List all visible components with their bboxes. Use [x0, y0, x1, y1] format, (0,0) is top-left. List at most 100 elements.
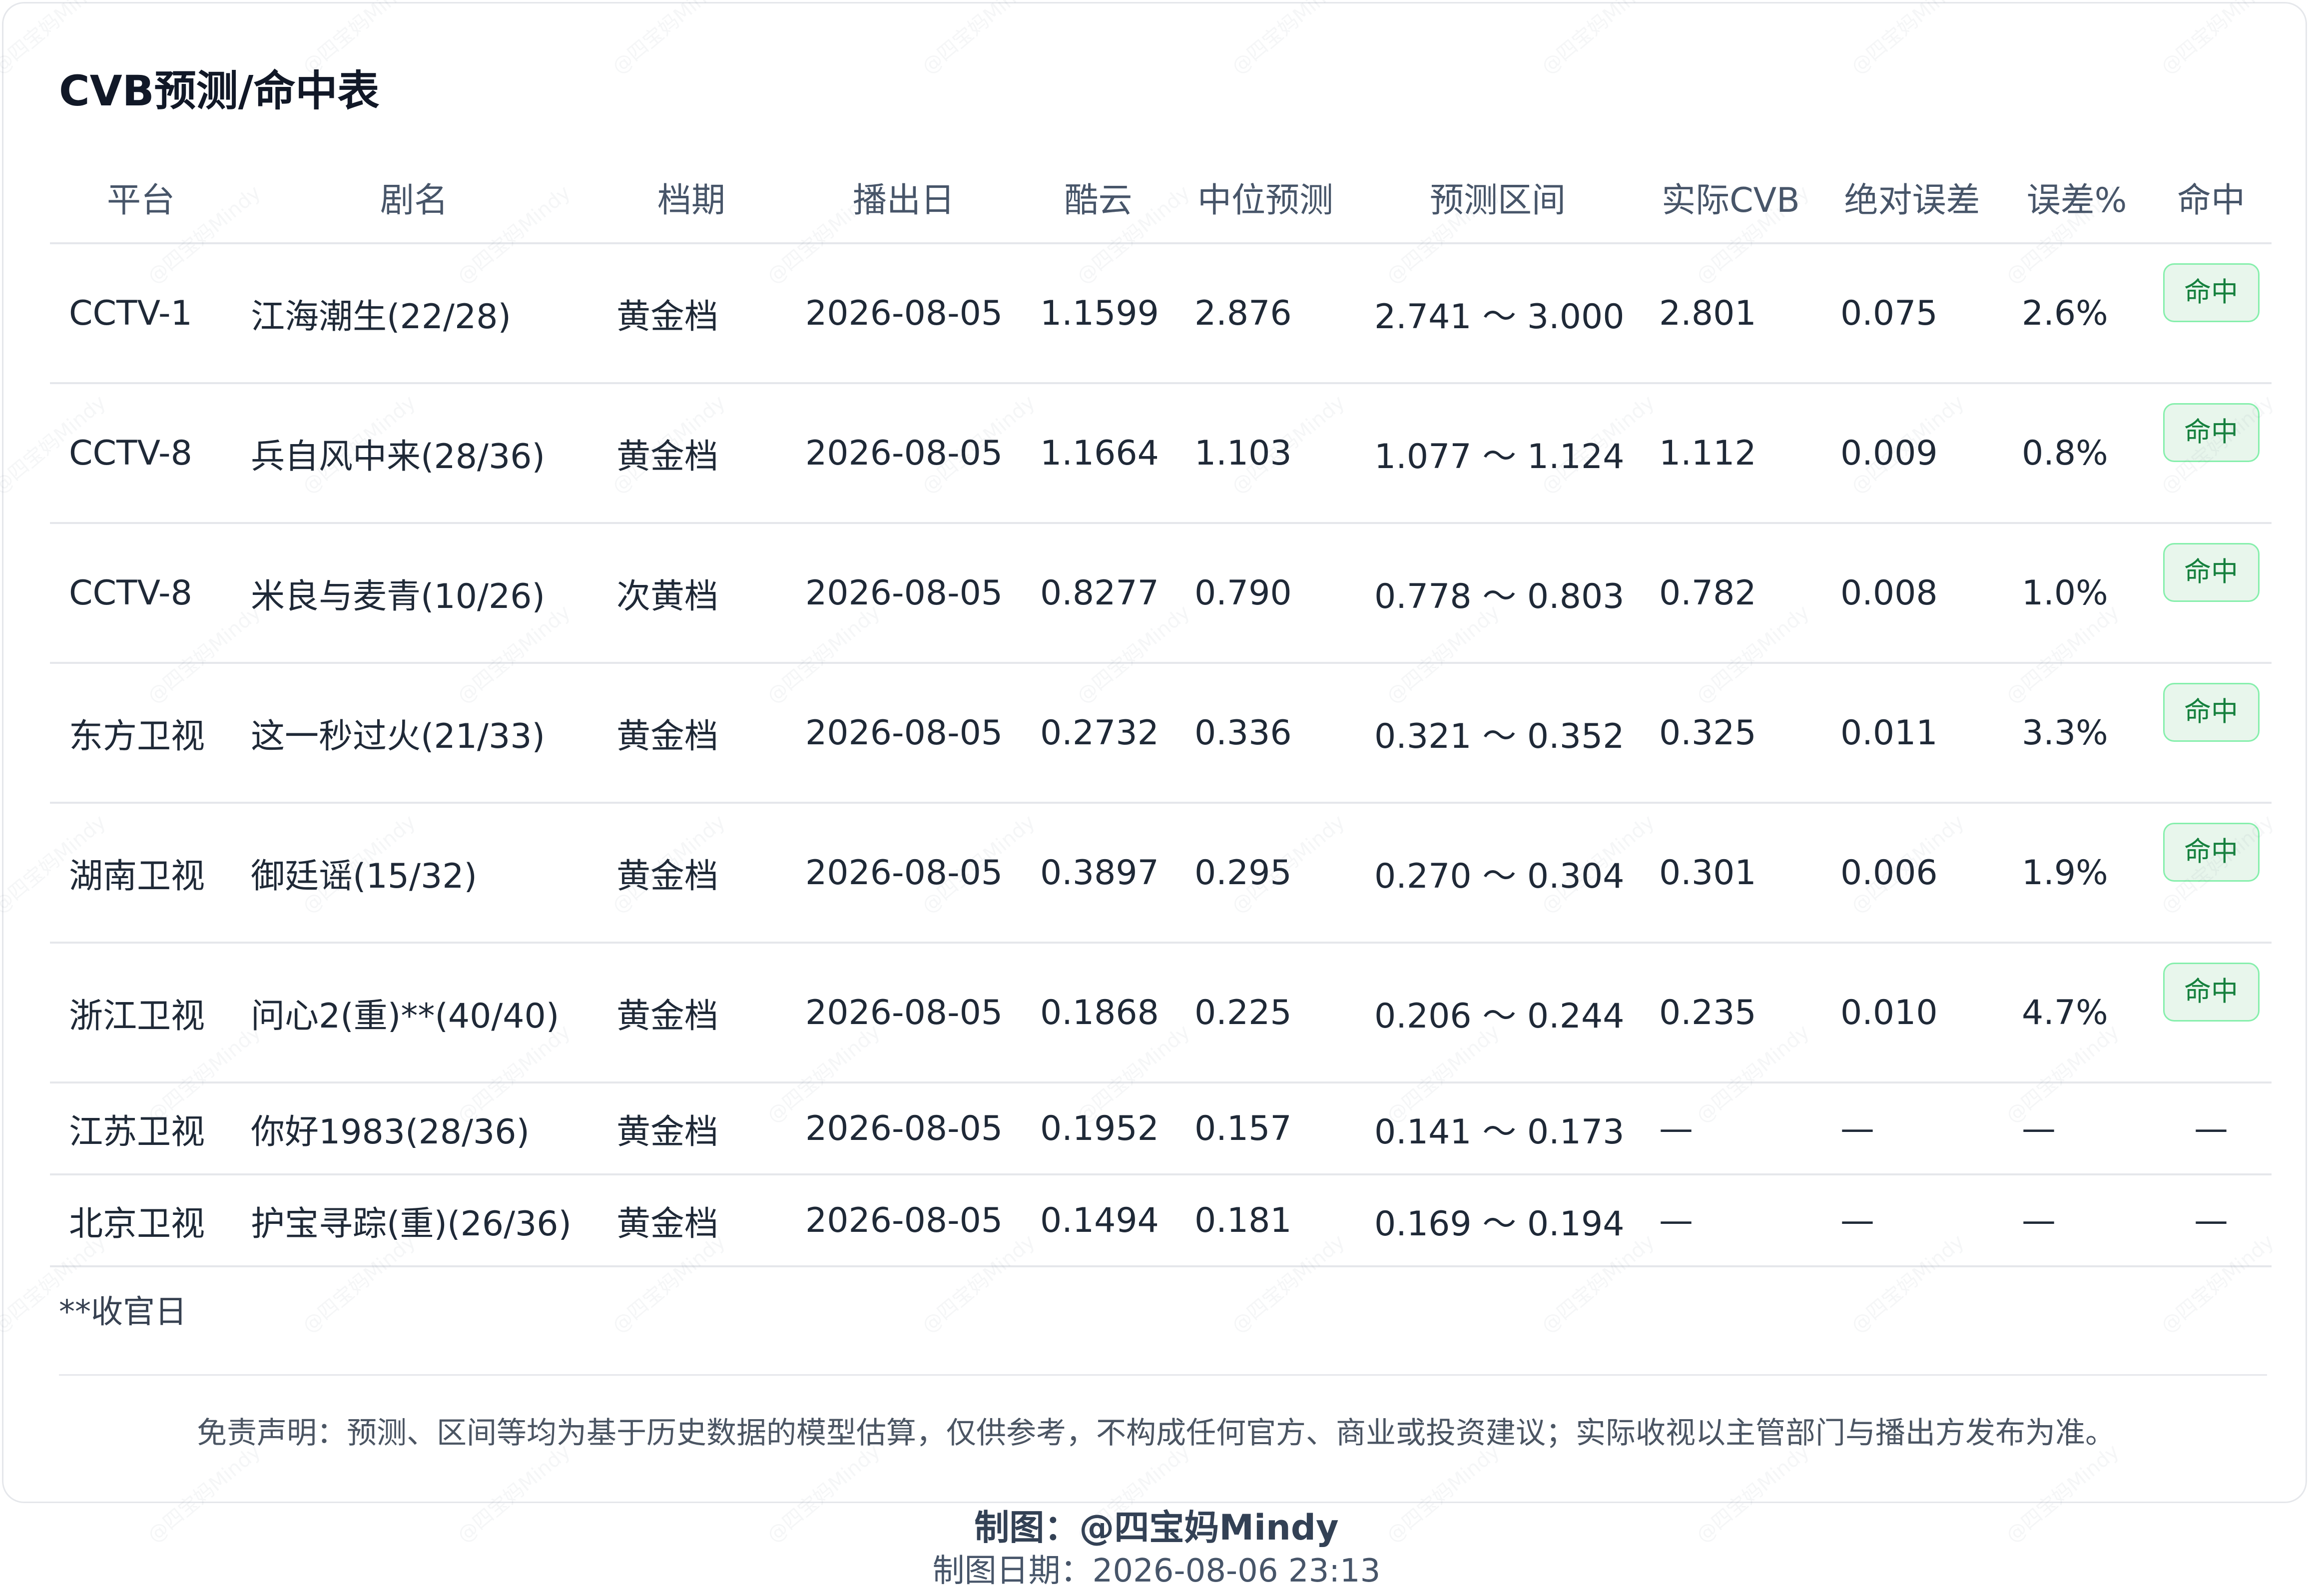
median-cell: 0.157: [1175, 1082, 1355, 1175]
hit-cell: 命中: [2151, 383, 2272, 524]
platform-cell: 江苏卫视: [50, 1082, 232, 1175]
divider: [59, 1374, 2267, 1376]
err-pct-cell: —: [2003, 1174, 2151, 1267]
kuyun-cell: 1.1599: [1021, 243, 1175, 384]
hit-badge: 命中: [2163, 963, 2260, 1022]
range-cell: 0.778 ～ 0.803: [1355, 523, 1640, 664]
date-cell: 2026-08-05: [786, 1082, 1021, 1175]
err-pct-cell: —: [2003, 1082, 2151, 1175]
column-header: 误差%: [2003, 151, 2151, 244]
table-row: CCTV-8 米良与麦青(10/26) 次黄档 2026-08-05 0.827…: [50, 523, 2272, 664]
slot-cell: 黄金档: [596, 943, 786, 1083]
abs-err-cell: 0.075: [1821, 243, 2003, 384]
kuyun-cell: 0.2732: [1021, 663, 1175, 804]
column-header: 绝对误差: [1821, 151, 2003, 244]
median-cell: 0.225: [1175, 943, 1355, 1083]
range-cell: 0.206 ～ 0.244: [1355, 943, 1640, 1083]
platform-cell: CCTV-8: [50, 523, 232, 664]
drama-cell: 问心2(重)**(40/40): [232, 943, 596, 1083]
median-cell: 0.336: [1175, 663, 1355, 804]
drama-cell: 护宝寻踪(重)(26/36): [232, 1174, 596, 1267]
hit-badge: 命中: [2163, 403, 2260, 462]
actual-cell: —: [1640, 1082, 1821, 1175]
err-pct-cell: 3.3%: [2003, 663, 2151, 804]
column-header: 平台: [50, 151, 232, 244]
platform-cell: 浙江卫视: [50, 943, 232, 1083]
forecast-card: CVB预测/命中表 平台 剧名 档期 播出日 酷云 中位预测 预测区间 实际CV…: [2, 2, 2307, 1503]
table-header-row: 平台 剧名 档期 播出日 酷云 中位预测 预测区间 实际CVB 绝对误差 误差%…: [50, 151, 2272, 244]
actual-cell: 0.325: [1640, 663, 1821, 804]
date-cell: 2026-08-05: [786, 243, 1021, 384]
median-cell: 0.790: [1175, 523, 1355, 664]
actual-cell: —: [1640, 1174, 1821, 1267]
hit-placeholder: —: [2194, 1108, 2228, 1148]
slot-cell: 黄金档: [596, 243, 786, 384]
actual-cell: 2.801: [1640, 243, 1821, 384]
hit-cell: —: [2151, 1082, 2272, 1175]
err-pct-cell: 2.6%: [2003, 243, 2151, 384]
kuyun-cell: 0.1494: [1021, 1174, 1175, 1267]
range-cell: 0.321 ～ 0.352: [1355, 663, 1640, 804]
drama-cell: 兵自风中来(28/36): [232, 383, 596, 524]
hit-badge: 命中: [2163, 543, 2260, 602]
table-row: 北京卫视 护宝寻踪(重)(26/36) 黄金档 2026-08-05 0.149…: [50, 1174, 2272, 1267]
abs-err-cell: 0.011: [1821, 663, 2003, 804]
hit-cell: 命中: [2151, 243, 2272, 384]
table-row: 江苏卫视 你好1983(28/36) 黄金档 2026-08-05 0.1952…: [50, 1082, 2272, 1175]
actual-cell: 0.235: [1640, 943, 1821, 1083]
abs-err-cell: 0.010: [1821, 943, 2003, 1083]
drama-cell: 这一秒过火(21/33): [232, 663, 596, 804]
abs-err-cell: —: [1821, 1174, 2003, 1267]
platform-cell: CCTV-1: [50, 243, 232, 384]
column-header: 预测区间: [1355, 151, 1640, 244]
slot-cell: 黄金档: [596, 803, 786, 944]
column-header: 命中: [2151, 151, 2272, 244]
disclaimer: 免责声明：预测、区间等均为基于历史数据的模型估算，仅供参考，不构成任何官方、商业…: [197, 1416, 2115, 1451]
hit-placeholder: —: [2194, 1200, 2228, 1240]
table-row: 湖南卫视 御廷谣(15/32) 黄金档 2026-08-05 0.3897 0.…: [50, 803, 2272, 944]
hit-cell: 命中: [2151, 803, 2272, 944]
abs-err-cell: —: [1821, 1082, 2003, 1175]
range-cell: 0.270 ～ 0.304: [1355, 803, 1640, 944]
hit-cell: —: [2151, 1174, 2272, 1267]
column-header: 播出日: [786, 151, 1021, 244]
abs-err-cell: 0.009: [1821, 383, 2003, 524]
kuyun-cell: 0.1952: [1021, 1082, 1175, 1175]
table-row: CCTV-1 江海潮生(22/28) 黄金档 2026-08-05 1.1599…: [50, 243, 2272, 384]
median-cell: 2.876: [1175, 243, 1355, 384]
range-cell: 1.077 ～ 1.124: [1355, 383, 1640, 524]
column-header: 酷云: [1021, 151, 1175, 244]
platform-cell: 湖南卫视: [50, 803, 232, 944]
median-cell: 1.103: [1175, 383, 1355, 524]
hit-badge: 命中: [2163, 823, 2260, 882]
drama-cell: 你好1983(28/36): [232, 1082, 596, 1175]
kuyun-cell: 0.1868: [1021, 943, 1175, 1083]
date-cell: 2026-08-05: [786, 663, 1021, 804]
err-pct-cell: 4.7%: [2003, 943, 2151, 1083]
table-row: 东方卫视 这一秒过火(21/33) 黄金档 2026-08-05 0.2732 …: [50, 663, 2272, 804]
hit-cell: 命中: [2151, 663, 2272, 804]
platform-cell: 北京卫视: [50, 1174, 232, 1267]
footnote: **收官日: [59, 1294, 187, 1331]
drama-cell: 御廷谣(15/32): [232, 803, 596, 944]
median-cell: 0.295: [1175, 803, 1355, 944]
abs-err-cell: 0.008: [1821, 523, 2003, 664]
actual-cell: 0.301: [1640, 803, 1821, 944]
drama-cell: 江海潮生(22/28): [232, 243, 596, 384]
median-cell: 0.181: [1175, 1174, 1355, 1267]
err-pct-cell: 1.9%: [2003, 803, 2151, 944]
date-cell: 2026-08-05: [786, 523, 1021, 664]
table-row: 浙江卫视 问心2(重)**(40/40) 黄金档 2026-08-05 0.18…: [50, 943, 2272, 1083]
chart-credit: 制图：@四宝妈Mindy: [974, 1507, 1339, 1548]
slot-cell: 次黄档: [596, 523, 786, 664]
page-title: CVB预测/命中表: [59, 66, 380, 115]
platform-cell: 东方卫视: [50, 663, 232, 804]
hit-cell: 命中: [2151, 523, 2272, 664]
drama-cell: 米良与麦青(10/26): [232, 523, 596, 664]
err-pct-cell: 0.8%: [2003, 383, 2151, 524]
column-header: 剧名: [232, 151, 596, 244]
actual-cell: 1.112: [1640, 383, 1821, 524]
column-header: 实际CVB: [1640, 151, 1821, 244]
chart-date: 制图日期：2026-08-06 23:13: [932, 1553, 1381, 1590]
column-header: 中位预测: [1175, 151, 1355, 244]
